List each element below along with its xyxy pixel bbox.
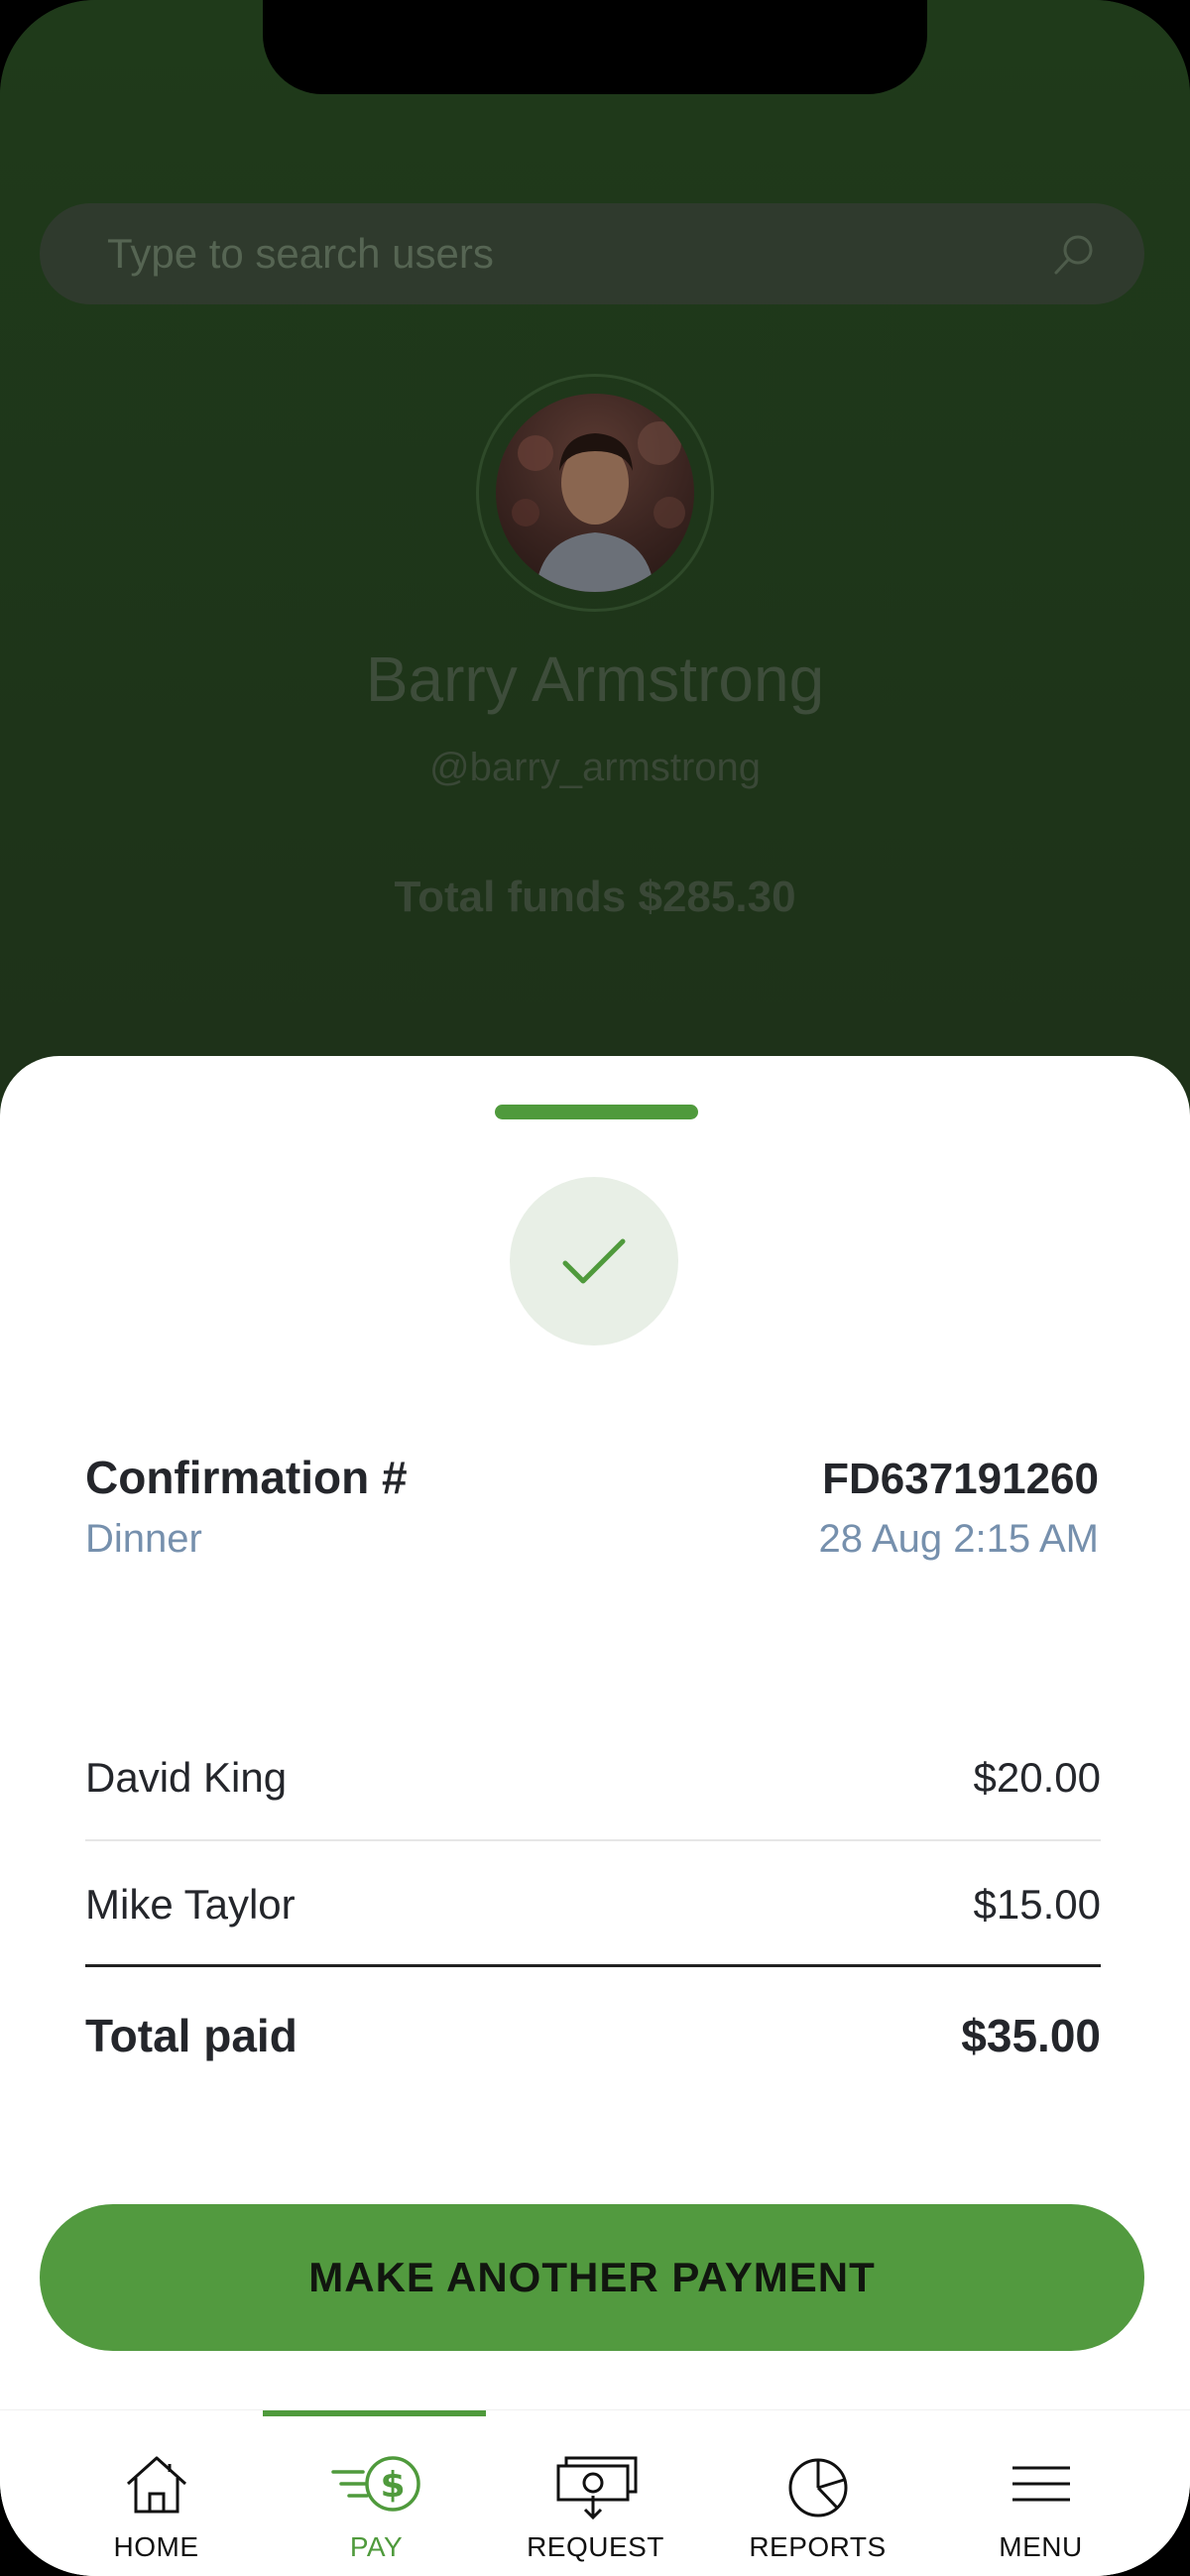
total-amount: $35.00 bbox=[961, 2010, 1101, 2061]
profile-handle: @barry_armstrong bbox=[428, 746, 762, 789]
request-icon bbox=[556, 2456, 637, 2519]
tab-pay[interactable]: $ PAY bbox=[275, 2410, 478, 2576]
tab-label: MENU bbox=[999, 2531, 1083, 2562]
confirmation-label: Confirmation # bbox=[85, 1452, 408, 1503]
tab-label: REQUEST bbox=[527, 2531, 664, 2562]
pay-icon: $ bbox=[330, 2456, 420, 2512]
success-badge bbox=[510, 1177, 678, 1346]
tab-label: HOME bbox=[113, 2531, 199, 2562]
search-input[interactable] bbox=[107, 230, 1077, 278]
payment-date: 28 Aug 2:15 AM bbox=[818, 1517, 1099, 1561]
bottom-tab-bar: HOME $ PAY REQUEST REPORTS MENU bbox=[0, 2409, 1190, 2576]
profile-name: Barry Armstrong bbox=[365, 644, 825, 715]
tab-label: PAY bbox=[349, 2531, 404, 2562]
make-another-payment-button[interactable]: MAKE ANOTHER PAYMENT bbox=[40, 2204, 1144, 2351]
svg-text:$: $ bbox=[380, 2465, 405, 2506]
reports-icon bbox=[788, 2458, 847, 2517]
confirmation-sheet: Confirmation # FD637191260 Dinner 28 Aug… bbox=[0, 1056, 1190, 2576]
total-funds: Total funds $285.30 bbox=[394, 873, 796, 921]
search-icon[interactable] bbox=[1050, 229, 1100, 279]
payee-name: David King bbox=[85, 1754, 288, 1801]
total-row: Total paid $35.00 bbox=[85, 1994, 1101, 2077]
tab-menu[interactable]: MENU bbox=[939, 2410, 1142, 2576]
payee-amount: $15.00 bbox=[973, 1881, 1101, 1928]
phone-screen: Barry Armstrong @barry_armstrong Total f… bbox=[0, 0, 1190, 2576]
tab-request[interactable]: REQUEST bbox=[494, 2410, 697, 2576]
payee-name: Mike Taylor bbox=[85, 1881, 296, 1928]
payment-row: David King $20.00 bbox=[85, 1736, 1101, 1819]
avatar bbox=[496, 394, 694, 592]
check-icon bbox=[562, 1238, 626, 1284]
tab-reports[interactable]: REPORTS bbox=[716, 2410, 919, 2576]
home-icon bbox=[126, 2456, 186, 2514]
avatar-ring bbox=[476, 374, 714, 612]
menu-icon bbox=[1012, 2466, 1070, 2502]
sheet-drag-handle[interactable] bbox=[495, 1105, 698, 1119]
total-divider bbox=[85, 1964, 1101, 1967]
payee-amount: $20.00 bbox=[973, 1754, 1101, 1801]
payment-row: Mike Taylor $15.00 bbox=[85, 1863, 1101, 1946]
device-notch bbox=[263, 0, 927, 94]
search-bar[interactable] bbox=[40, 203, 1144, 304]
row-divider bbox=[85, 1839, 1101, 1841]
confirmation-number: FD637191260 bbox=[822, 1455, 1099, 1503]
tab-label: REPORTS bbox=[749, 2531, 887, 2562]
total-label: Total paid bbox=[85, 2010, 298, 2061]
tab-home[interactable]: HOME bbox=[55, 2410, 258, 2576]
payment-description: Dinner bbox=[85, 1517, 202, 1561]
